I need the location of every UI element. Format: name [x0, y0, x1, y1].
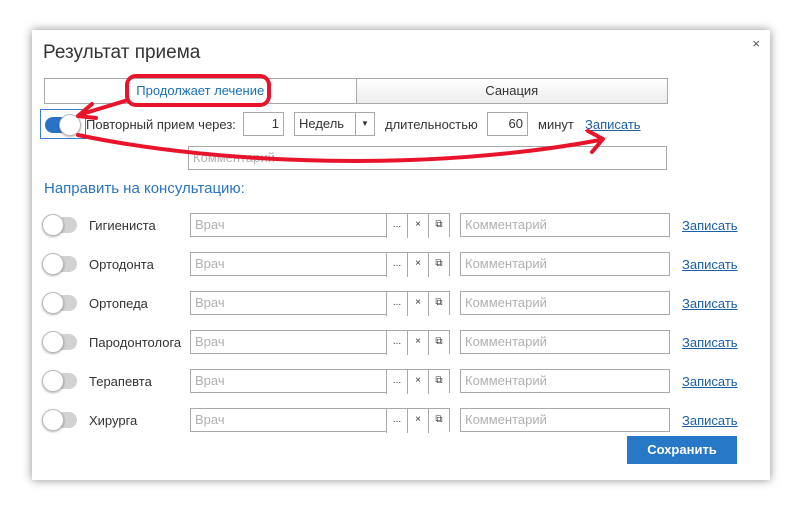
doctor-placeholder: Врач — [195, 412, 225, 427]
browse-button[interactable]: ... — [386, 292, 407, 316]
consult-specialist-label: Ортопеда — [89, 296, 148, 311]
consult-toggle[interactable] — [42, 214, 77, 236]
clear-icon[interactable]: × — [407, 409, 428, 433]
consult-specialist-label: Пародонтолога — [89, 335, 182, 350]
interval-unit-select[interactable]: Недель ▼ — [294, 112, 375, 136]
consult-comment-input[interactable]: Комментарий — [460, 213, 670, 237]
consult-toggle[interactable] — [42, 409, 77, 431]
save-button[interactable]: Сохранить — [627, 436, 737, 464]
browse-button[interactable]: ... — [386, 214, 407, 238]
doctor-input[interactable]: Врач ... × ⧉ — [190, 369, 450, 394]
repeat-comment-input[interactable]: Комментарий — [188, 146, 667, 170]
consult-comment-input[interactable]: Комментарий — [460, 330, 670, 354]
book-consult-link[interactable]: Записать — [682, 335, 738, 350]
minutes-label: минут — [538, 117, 574, 132]
open-icon[interactable]: ⧉ — [428, 253, 449, 277]
result-dialog: Результат приема × Продолжает лечение Са… — [32, 30, 770, 480]
doctor-input[interactable]: Врач ... × ⧉ — [190, 408, 450, 433]
clear-icon[interactable]: × — [407, 292, 428, 316]
repeat-visit-toggle[interactable] — [45, 114, 81, 136]
consult-comment-input[interactable]: Комментарий — [460, 252, 670, 276]
open-icon[interactable]: ⧉ — [428, 292, 449, 316]
open-icon[interactable]: ⧉ — [428, 214, 449, 238]
book-repeat-link[interactable]: Записать — [585, 117, 641, 132]
consult-comment-input[interactable]: Комментарий — [460, 369, 670, 393]
interval-input[interactable]: 1 — [243, 112, 284, 136]
clear-icon[interactable]: × — [407, 331, 428, 355]
doctor-input[interactable]: Врач ... × ⧉ — [190, 291, 450, 316]
clear-icon[interactable]: × — [407, 370, 428, 394]
consult-section-title: Направить на консультацию: — [44, 180, 245, 197]
consult-toggle[interactable] — [42, 253, 77, 275]
book-consult-link[interactable]: Записать — [682, 374, 738, 389]
consult-specialist-label: Хирурга — [89, 413, 138, 428]
open-icon[interactable]: ⧉ — [428, 409, 449, 433]
consult-toggle[interactable] — [42, 331, 77, 353]
tab-bar: Продолжает лечение Санация — [44, 78, 668, 104]
chevron-down-icon[interactable]: ▼ — [355, 113, 374, 135]
repeat-visit-label: Повторный прием через: — [86, 117, 236, 132]
consult-specialist-label: Гигиениста — [89, 218, 156, 233]
book-consult-link[interactable]: Записать — [682, 257, 738, 272]
close-icon[interactable]: × — [752, 36, 760, 51]
duration-input[interactable]: 60 — [487, 112, 528, 136]
consult-comment-input[interactable]: Комментарий — [460, 291, 670, 315]
browse-button[interactable]: ... — [386, 253, 407, 277]
consult-comment-input[interactable]: Комментарий — [460, 408, 670, 432]
consult-toggle[interactable] — [42, 292, 77, 314]
clear-icon[interactable]: × — [407, 253, 428, 277]
duration-label: длительностью — [385, 117, 478, 132]
doctor-placeholder: Врач — [195, 295, 225, 310]
consult-toggle[interactable] — [42, 370, 77, 392]
doctor-placeholder: Врач — [195, 334, 225, 349]
book-consult-link[interactable]: Записать — [682, 296, 738, 311]
browse-button[interactable]: ... — [386, 409, 407, 433]
tab-continues-treatment[interactable]: Продолжает лечение — [45, 79, 357, 103]
book-consult-link[interactable]: Записать — [682, 218, 738, 233]
open-icon[interactable]: ⧉ — [428, 370, 449, 394]
clear-icon[interactable]: × — [407, 214, 428, 238]
open-icon[interactable]: ⧉ — [428, 331, 449, 355]
book-consult-link[interactable]: Записать — [682, 413, 738, 428]
doctor-input[interactable]: Врач ... × ⧉ — [190, 213, 450, 238]
interval-unit-value: Недель — [299, 116, 345, 131]
browse-button[interactable]: ... — [386, 370, 407, 394]
doctor-input[interactable]: Врач ... × ⧉ — [190, 330, 450, 355]
dialog-title: Результат приема — [43, 42, 201, 63]
doctor-placeholder: Врач — [195, 256, 225, 271]
doctor-placeholder: Врач — [195, 217, 225, 232]
consult-specialist-label: Терапевта — [89, 374, 152, 389]
browse-button[interactable]: ... — [386, 331, 407, 355]
doctor-placeholder: Врач — [195, 373, 225, 388]
doctor-input[interactable]: Врач ... × ⧉ — [190, 252, 450, 277]
tab-sanation[interactable]: Санация — [357, 79, 668, 103]
consult-specialist-label: Ортодонта — [89, 257, 154, 272]
